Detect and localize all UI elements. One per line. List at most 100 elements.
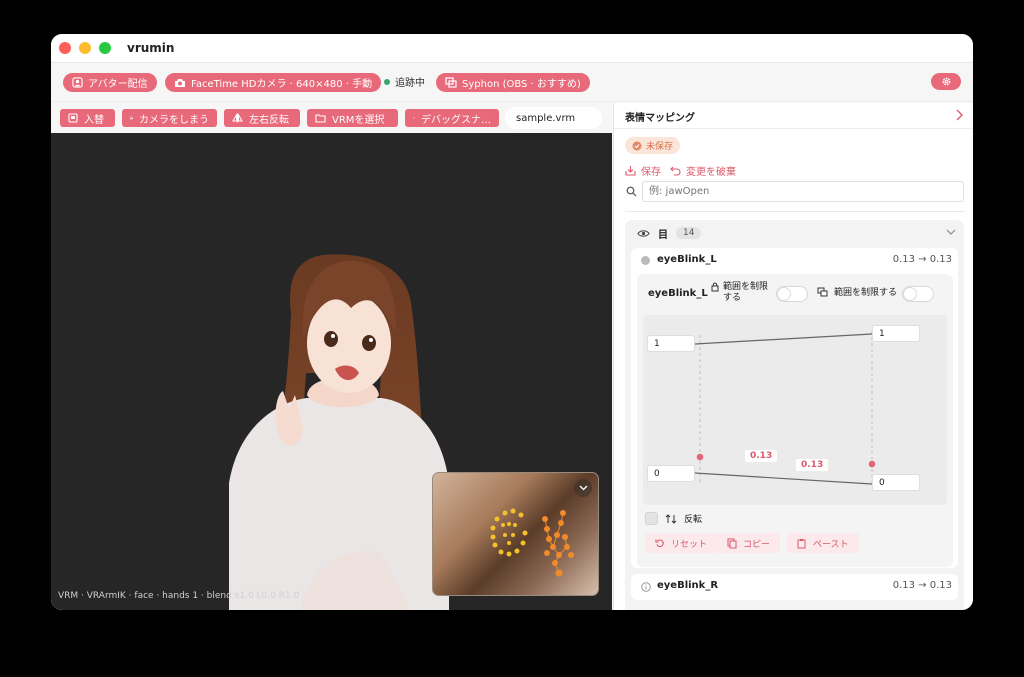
vrm-file-name: sample.vrm [516,112,576,124]
debug-snapshot-button[interactable]: デバッグスナ… [405,109,499,127]
save-icon[interactable] [625,165,636,176]
chevron-down-icon[interactable] [946,229,956,236]
gear-icon [942,77,950,86]
close-window-button[interactable] [59,42,71,54]
output-min-field[interactable]: 0 [872,474,920,491]
copy-label: コピー [743,539,771,550]
output-value-label: 0.13 [796,459,829,471]
clamp-output-toggle[interactable] [902,286,934,302]
mirror-button[interactable]: 左右反転 [224,109,300,127]
tracking-indicator [384,78,390,85]
settings-button[interactable] [931,73,961,90]
group-name: 目 [658,229,668,241]
input-max-field[interactable]: 1 [647,335,695,352]
status-dot [641,256,650,265]
avatar-toolbar: 入替 カメラをしまう 左右反転 VRMを選択 デバッグスナ… sample.vr… [51,103,612,133]
syphon-label: Syphon (OBS · おすすめ) [462,79,581,90]
item-range: 0.13 → 0.13 [892,580,952,591]
syphon-icon [445,77,457,88]
input-value-label: 0.13 [745,450,778,462]
avatar-stream-label: アバター配信 [88,79,148,90]
group-eyes: 目 14 eyeBlink_L 0.13 → 0.13 eyeBlink_L 範… [625,220,964,610]
debug-snapshot-label: デバッグスナ… [421,114,491,126]
hide-camera-button[interactable]: カメラをしまう [122,109,217,127]
clamp-output-label: 範囲を制限する [834,288,898,298]
title-bar: vrumin [51,34,973,63]
copy-icon [727,538,737,548]
syphon-button[interactable]: Syphon (OBS · おすすめ) [436,73,590,92]
item-header[interactable]: eyeBlink_L 0.13 → 0.13 [631,248,958,272]
select-vrm-label: VRMを選択 [332,114,385,126]
avatar-viewport[interactable]: VRM · VRArmIK · face · hands 1 · blend s… [51,133,612,610]
tracking-status: 追跡中 [384,74,425,89]
undo-icon[interactable] [670,165,681,176]
check-icon [632,141,642,150]
group-count-badge: 14 [676,227,702,239]
invert-checkbox[interactable] [645,512,658,525]
swap-button[interactable]: 入替 [60,109,115,127]
unsaved-badge: 未保存 [625,137,681,154]
search-input[interactable] [642,181,964,202]
mirror-icon [232,113,243,123]
expression-mapping-panel: 表情マッピング 未保存 保存 変更を破棄 目 14 [613,103,973,610]
chevron-down-icon [579,485,587,491]
copy-button[interactable]: コピー [717,533,781,553]
panel-header: 表情マッピング [614,103,973,129]
editor-name: eyeBlink_L [648,288,708,299]
save-button[interactable]: 保存 [641,163,661,178]
vrm-file-field[interactable]: sample.vrm [505,107,602,129]
app-window: vrumin アバター配信 FaceTime HDカメラ · 640×480 ·… [51,34,973,610]
viewport-status-text: VRM · VRArmIK · face · hands 1 · blend s… [58,591,300,601]
camera-icon [175,78,185,87]
eye-icon[interactable] [637,229,650,238]
select-vrm-button[interactable]: VRMを選択 [307,109,398,127]
tracking-label: 追跡中 [395,78,425,89]
mapping-graph[interactable]: 1 1 0 0 0.13 0.13 [643,315,947,505]
search-icon [626,186,637,197]
search-row [625,181,965,202]
swap-label: 入替 [84,114,104,126]
camera-label: FaceTime HDカメラ · 640×480 · 手動 [191,79,373,90]
panel-title: 表情マッピング [625,113,695,124]
paste-label: ペースト [813,539,849,550]
debug-icon [413,117,415,119]
clamp-icon [817,287,828,297]
app-title: vrumin [127,41,175,55]
clamp-input-toggle[interactable] [776,286,808,302]
avatar-stream-button[interactable]: アバター配信 [63,73,157,92]
invert-label: 反転 [684,515,703,525]
item-name: eyeBlink_R [657,580,719,591]
hide-camera-label: カメラをしまう [139,114,209,126]
swap-icon [68,113,78,123]
unsaved-label: 未保存 [646,142,674,152]
preview-collapse-button[interactable] [574,479,592,497]
mirror-label: 左右反転 [249,114,289,126]
save-row: 保存 変更を破棄 [625,163,736,178]
mapping-item[interactable]: eyeBlink_R 0.13 → 0.13 [631,574,958,600]
input-min-field[interactable]: 0 [647,465,695,482]
reset-label: リセット [671,539,708,550]
info-icon [641,582,651,592]
mapping-item: eyeBlink_L 0.13 → 0.13 eyeBlink_L 範囲を制限す… [631,248,958,568]
divider [625,211,965,212]
reset-icon [655,539,664,548]
camera-select-button[interactable]: FaceTime HDカメラ · 640×480 · 手動 [165,73,382,92]
camera-hide-icon [130,116,133,120]
reset-button[interactable]: リセット [645,533,718,553]
camera-preview[interactable] [432,472,599,596]
folder-icon [315,114,326,123]
chevron-right-icon[interactable] [954,107,964,123]
clamp-input-label: 範囲を制限する [723,282,769,303]
group-header[interactable]: 目 14 [625,220,964,246]
paste-button[interactable]: ペースト [787,533,859,553]
item-range: 0.13 → 0.13 [892,254,952,265]
zoom-window-button[interactable] [99,42,111,54]
discard-changes-button[interactable]: 変更を破棄 [686,163,736,178]
paste-icon [797,538,806,548]
minimize-window-button[interactable] [79,42,91,54]
mapping-editor: eyeBlink_L 範囲を制限する 範囲を制限する 1 1 0 0 0.13 … [637,274,953,567]
avatar-pane: 入替 カメラをしまう 左右反転 VRMを選択 デバッグスナ… sample.vr… [51,103,612,610]
item-header[interactable]: eyeBlink_R 0.13 → 0.13 [631,574,958,598]
sort-icon [665,513,677,524]
output-max-field[interactable]: 1 [872,325,920,342]
